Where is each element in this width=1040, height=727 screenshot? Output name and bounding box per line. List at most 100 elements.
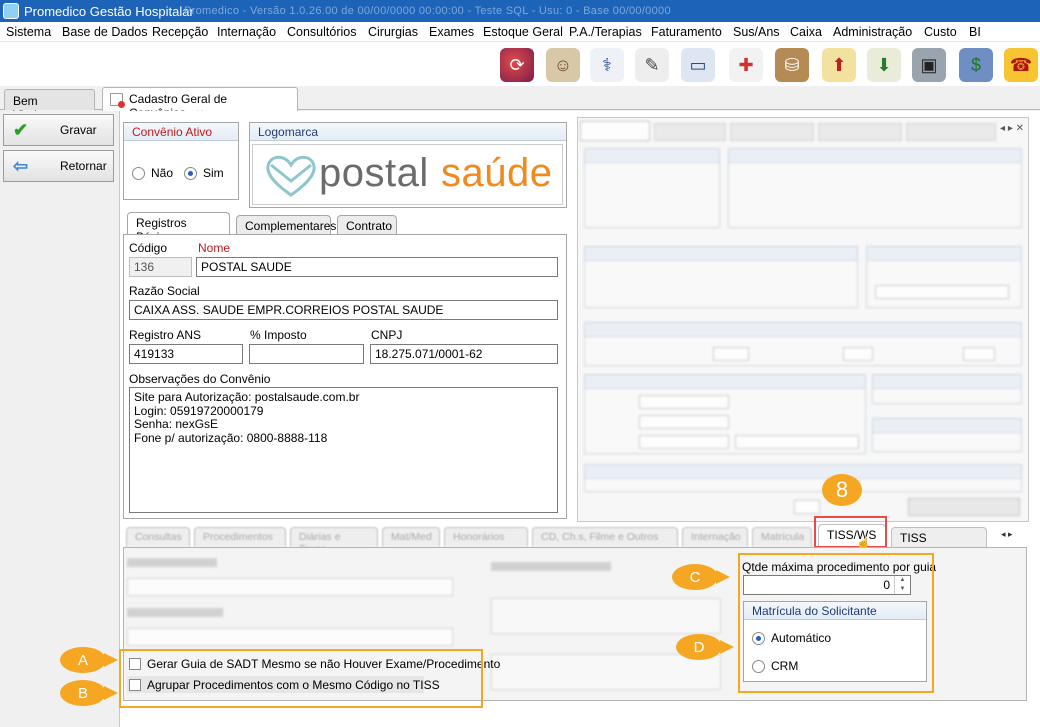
save-label: Gravar	[60, 123, 97, 137]
cash-up-icon[interactable]: ⬆	[822, 48, 856, 82]
menu-bi[interactable]: BI	[969, 25, 981, 39]
logo-text-postal: postal	[319, 151, 429, 195]
callout-a: A	[60, 647, 106, 673]
radio-sim[interactable]: Sim	[184, 166, 224, 180]
nome-label: Nome	[198, 241, 231, 255]
tab-procedimentos[interactable]: Procedimentos	[194, 527, 286, 547]
imposto-field[interactable]	[249, 344, 364, 364]
doctor-icon[interactable]: ⚕	[590, 48, 624, 82]
menu-sistema[interactable]: Sistema	[6, 25, 51, 39]
razao-social-label: Razão Social	[129, 284, 200, 298]
ambulance-icon[interactable]: ✚	[729, 48, 763, 82]
nome-field[interactable]: POSTAL SAUDE	[196, 257, 558, 277]
medicine-icon[interactable]: ⛁	[775, 48, 809, 82]
tab-cd-filme-outros[interactable]: CD, Ch.s, Filme e Outros	[532, 527, 678, 547]
panel-nav-icons[interactable]: ◂ ▸ ✕	[1000, 123, 1024, 134]
razao-social-field[interactable]: CAIXA ASS. SAUDE EMPR.CORREIOS POSTAL SA…	[129, 300, 558, 320]
menu-exames[interactable]: Exames	[429, 25, 474, 39]
highlight-a-b	[119, 649, 483, 708]
heart-envelope-icon	[266, 155, 316, 197]
registro-ans-field[interactable]: 419133	[129, 344, 243, 364]
tab-mat-med[interactable]: Mat/Med	[382, 527, 440, 547]
toolbar: ⟳ ☺ ⚕ ✎ ▭ ✚ ⛁ ⬆ ⬇ ▣ $ ☎	[0, 42, 1040, 86]
tab-consultas[interactable]: Consultas	[126, 527, 190, 547]
callout-c: C	[672, 564, 718, 590]
callout-c-tail	[716, 570, 730, 584]
tab-diarias-taxas[interactable]: Diárias e Taxas	[290, 527, 378, 555]
radio-sim-label: Sim	[203, 166, 224, 180]
tab-internacao[interactable]: Internação	[682, 527, 748, 547]
observacoes-memo[interactable]: Site para Autorização: postalsaude.com.b…	[129, 387, 558, 513]
cnpj-label: CNPJ	[371, 328, 403, 342]
tab-matricula[interactable]: Matrícula	[752, 527, 812, 547]
obs-line: Site para Autorização: postalsaude.com.b…	[134, 390, 360, 404]
callout-b-tail	[104, 686, 118, 700]
tab-cadastro-convenios[interactable]: Cadastro Geral de Convênios✕	[102, 87, 298, 120]
patients-icon[interactable]: ☺	[546, 48, 580, 82]
convenio-ativo-title: Convênio Ativo	[124, 123, 238, 141]
logo-text-saude: saúde	[441, 151, 553, 195]
refresh-icon[interactable]: ⟳	[500, 48, 534, 82]
cnpj-field[interactable]: 18.275.071/0001-62	[370, 344, 558, 364]
callout-a-tail	[104, 653, 118, 667]
observacoes-label: Observações do Convênio	[129, 372, 271, 386]
callout-d-tail	[720, 640, 734, 654]
radio-nao-label: Não	[151, 166, 174, 180]
radio-dot	[132, 166, 145, 180]
checkmark-icon: ✔	[13, 119, 29, 140]
back-button[interactable]: ⇦ Retornar	[3, 150, 114, 182]
tiss-ws-highlight	[814, 516, 887, 548]
logomarca-group: Logomarca postal saúde	[249, 122, 567, 208]
obs-line: Senha: nexGsE	[134, 417, 219, 431]
menu-faturamento[interactable]: Faturamento	[651, 25, 722, 39]
chart-money-icon[interactable]: $	[959, 48, 993, 82]
phone-icon[interactable]: ☎	[1004, 48, 1038, 82]
menu-sus-ans[interactable]: Sus/Ans	[733, 25, 780, 39]
document-tabs: Bem Vindo✕ Cadastro Geral de Convênios✕	[0, 86, 1040, 122]
menu-estoque-geral[interactable]: Estoque Geral	[483, 25, 563, 39]
form-icon	[110, 93, 125, 108]
menu-custo[interactable]: Custo	[924, 25, 957, 39]
obs-line: Fone p/ autorização: 0800-8888-118	[134, 430, 328, 445]
callout-b: B	[60, 680, 106, 706]
title-bar: Promedico Gestão Hospitalar Promedico - …	[0, 0, 1040, 22]
imposto-label: % Imposto	[250, 328, 307, 342]
logomarca-title: Logomarca	[250, 123, 566, 141]
highlight-c-d	[738, 553, 934, 693]
radio-dot	[184, 166, 197, 180]
safe-icon[interactable]: ▣	[912, 48, 946, 82]
window-title-extra: Promedico - Versão 1.0.26.00 de 00/00/00…	[184, 5, 671, 17]
clipboard-icon[interactable]: ✎	[635, 48, 669, 82]
menu-cirurgias[interactable]: Cirurgias	[368, 25, 418, 39]
tab-scroll-arrows-icon[interactable]: ◂ ▸	[1001, 529, 1013, 540]
back-label: Retornar	[60, 159, 107, 173]
window-title: Promedico Gestão Hospitalar	[24, 4, 194, 19]
tab-contrato[interactable]: Contrato	[337, 215, 397, 235]
menu-base-de-dados[interactable]: Base de Dados	[62, 25, 147, 39]
save-button[interactable]: ✔ Gravar	[3, 114, 114, 146]
radio-nao[interactable]: Não	[132, 166, 173, 180]
menu-recepcao[interactable]: Recepção	[152, 25, 208, 39]
callout-d: D	[676, 634, 722, 660]
menu-bar: Sistema Base de Dados Recepção Internaçã…	[0, 22, 1040, 42]
tab-honorarios[interactable]: Honorários	[444, 527, 528, 547]
step-8-callout: 8	[822, 474, 862, 506]
obs-line: Login: 05919720000179	[134, 403, 264, 418]
registro-ans-label: Registro ANS	[129, 328, 202, 342]
bed-icon[interactable]: ▭	[681, 48, 715, 82]
logo-image: postal saúde	[252, 144, 563, 205]
menu-internacao[interactable]: Internação	[217, 25, 276, 39]
menu-consultorios[interactable]: Consultórios	[287, 25, 356, 39]
tab-bem-vindo[interactable]: Bem Vindo✕	[4, 89, 95, 122]
codigo-field[interactable]: 136	[129, 257, 192, 277]
blurred-fields	[127, 558, 457, 648]
convenio-ativo-group: Convênio Ativo Não Sim	[123, 122, 239, 200]
tab-tiss-impressao[interactable]: TISS Impressão	[891, 527, 987, 559]
tab-complementares[interactable]: Complementares	[236, 215, 336, 235]
tab-registros-basicos[interactable]: Registros Básicos	[127, 212, 230, 244]
menu-administracao[interactable]: Administração	[833, 25, 912, 39]
left-panel: ✔ Gravar ⇦ Retornar	[0, 111, 120, 727]
cash-down-icon[interactable]: ⬇	[867, 48, 901, 82]
menu-pa-terapias[interactable]: P.A./Terapias	[569, 25, 642, 39]
menu-caixa[interactable]: Caixa	[790, 25, 822, 39]
